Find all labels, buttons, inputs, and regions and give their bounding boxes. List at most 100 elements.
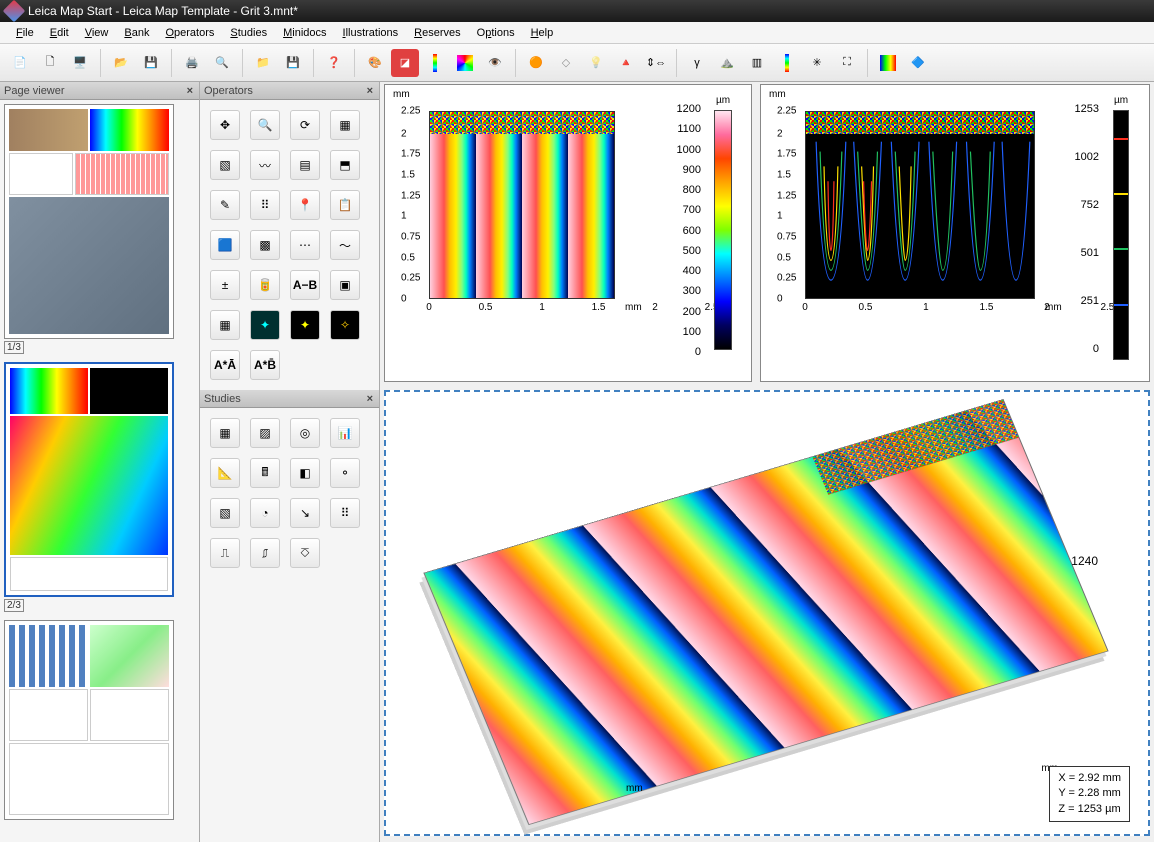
menu-help[interactable]: Help [523,25,562,41]
colormap-icon[interactable] [451,49,479,77]
mountain-icon[interactable]: ⛰️ [713,49,741,77]
close-icon[interactable]: × [185,85,195,97]
op-tiles-icon[interactable]: ▦ [210,310,240,340]
menu-bank[interactable]: Bank [116,25,157,41]
st-calc-icon[interactable]: 🖩 [250,458,280,488]
menu-edit[interactable]: Edit [42,25,77,41]
st-pulse2-icon[interactable]: ⎎ [250,538,280,568]
st-spots-icon[interactable]: ⠿ [330,498,360,528]
gradient-bar-icon[interactable] [421,49,449,77]
op-star2-icon[interactable]: ✦ [290,310,320,340]
st-contour-icon[interactable]: ◎ [290,418,320,448]
op-surface1-icon[interactable]: ▦ [330,110,360,140]
page-thumb-2[interactable]: 2/3 [4,362,195,612]
op-star1-icon[interactable]: ✦ [250,310,280,340]
st-decay-icon[interactable]: ↘ [290,498,320,528]
surface-3d-panel[interactable]: mm mm 1240 X = 2.92 mm Y = 2.28 mm Z = 1… [384,390,1150,836]
op-a-minus-b[interactable]: A−B [290,270,320,300]
op-arrows-icon[interactable]: ✥ [210,110,240,140]
page-thumb-1[interactable]: 1/3 [4,104,195,354]
spectrum-icon[interactable] [773,49,801,77]
op-level-icon[interactable]: ⬒ [330,150,360,180]
st-angle-icon[interactable]: ◔ [250,498,280,528]
heatmap-plot [429,111,615,299]
palette-icon[interactable]: 🎨 [361,49,389,77]
op-texture-icon[interactable]: ▩ [250,230,280,260]
save-icon[interactable]: 💾 [137,49,165,77]
st-compass-icon[interactable]: 📐 [210,458,240,488]
op-star3-icon[interactable]: ✧ [330,310,360,340]
menu-options[interactable]: Options [469,25,523,41]
monitor-icon[interactable]: 🖥️ [66,49,94,77]
new-doc-icon[interactable]: 📄 [6,49,34,77]
axes-icon[interactable]: ⇕⇔ [642,49,670,77]
close-icon[interactable]: × [365,85,375,97]
op-a-bbar[interactable]: A*B̄ [250,350,280,380]
menu-reserves[interactable]: Reserves [406,25,468,41]
surface-3d-plot [423,399,1108,825]
menu-studies[interactable]: Studies [222,25,275,41]
op-edit-icon[interactable]: ✎ [210,190,240,220]
op-rotate-icon[interactable]: ⟳ [290,110,320,140]
app-icon [3,0,26,22]
page-label-1: 1/3 [4,341,24,354]
op-math-icon[interactable]: ± [210,270,240,300]
menu-operators[interactable]: Operators [157,25,222,41]
vbar-icon[interactable]: ▥ [743,49,771,77]
op-surface2-icon[interactable]: ▧ [210,150,240,180]
page-viewer-header: Page viewer × [0,82,199,100]
peak-icon[interactable]: 🔺 [612,49,640,77]
expand-icon[interactable]: ⛶ [833,49,861,77]
diamond-icon[interactable]: ◇ [552,49,580,77]
open-icon[interactable]: 📂 [107,49,135,77]
menu-illustrations[interactable]: Illustrations [335,25,407,41]
menu-bar: FFileile Edit View Bank Operators Studie… [0,22,1154,44]
st-shapes-icon[interactable]: ◧ [290,458,320,488]
st-pulse3-icon[interactable]: ⎏ [290,538,320,568]
op-can-icon[interactable]: 🥫 [250,270,280,300]
heatmap-panel[interactable]: mm 00.250.50.7511.251.51.7522.25 00.511.… [384,84,752,382]
st-balls-icon[interactable]: ⚬ [330,458,360,488]
op-curve-icon[interactable]: 〜 [330,230,360,260]
close-icon[interactable]: × [365,393,375,405]
cursor-info-box: X = 2.92 mm Y = 2.28 mm Z = 1253 µm [1049,766,1130,822]
crosshair-icon[interactable]: ✳ [803,49,831,77]
op-profile-icon[interactable]: 〰 [250,150,280,180]
print-preview-icon[interactable]: 🔍 [208,49,236,77]
op-pin-icon[interactable]: 📍 [290,190,320,220]
operators-header: Operators × [200,82,379,100]
new-page-icon[interactable]: 🗋 [36,49,64,77]
op-ruler-icon[interactable]: 📋 [330,190,360,220]
menu-view[interactable]: View [77,25,117,41]
op-blue-icon[interactable]: 🟦 [210,230,240,260]
op-stack-icon[interactable]: ▣ [330,270,360,300]
st-pulse1-icon[interactable]: ⎍ [210,538,240,568]
page-viewer-panel: Page viewer × 1/3 2/3 [0,82,200,842]
colorbar-left-labels: 1200110010009008007006005004003002001000 [677,103,701,358]
bulb-icon[interactable]: 💡 [582,49,610,77]
st-map-icon[interactable]: ▦ [210,418,240,448]
heatmap-icon[interactable] [874,49,902,77]
red-square-icon[interactable]: ◪ [391,49,419,77]
open2-icon[interactable]: 📁 [249,49,277,77]
op-a-abar[interactable]: A*Ā [210,350,240,380]
contour-panel[interactable]: mm 00.250.50.7511.251. [760,84,1150,382]
st-bw-icon[interactable]: ▨ [250,418,280,448]
st-chart-icon[interactable]: 📊 [330,418,360,448]
gamma-icon[interactable]: γ [683,49,711,77]
op-grid-icon[interactable]: ▤ [290,150,320,180]
3d-icon[interactable]: 🔷 [904,49,932,77]
sphere-icon[interactable]: 🟠 [522,49,550,77]
print-icon[interactable]: 🖨️ [178,49,206,77]
help-icon[interactable]: ❓ [320,49,348,77]
menu-file[interactable]: FFileile [8,25,42,41]
page-thumb-3[interactable] [4,620,195,820]
menu-minidocs[interactable]: Minidocs [275,25,334,41]
save2-icon[interactable]: 💾 [279,49,307,77]
st-diag-icon[interactable]: ▧ [210,498,240,528]
op-dots-icon[interactable]: ⋯ [290,230,320,260]
eye-icon[interactable]: 👁️ [481,49,509,77]
op-noise-icon[interactable]: ⠿ [250,190,280,220]
op-zoom-icon[interactable]: 🔍 [250,110,280,140]
y-unit: mm [769,89,786,100]
